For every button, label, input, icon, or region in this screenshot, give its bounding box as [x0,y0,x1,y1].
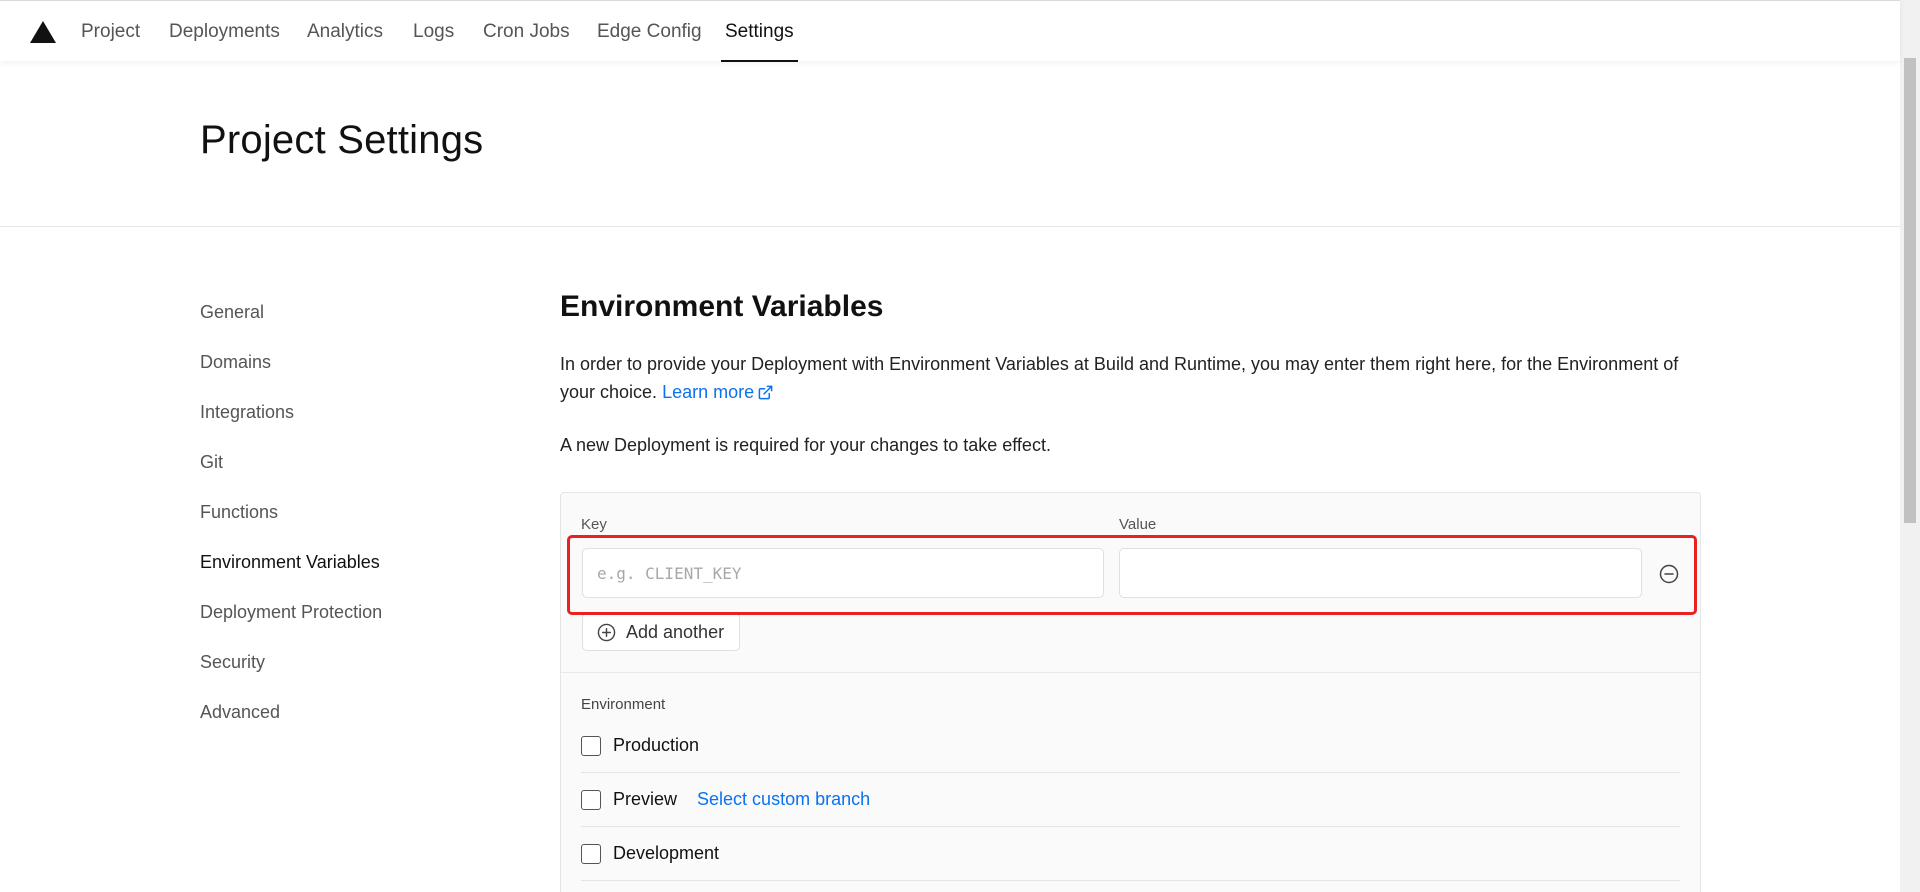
vertical-scrollbar[interactable] [1900,0,1920,892]
card-divider [561,672,1700,673]
select-custom-branch-link[interactable]: Select custom branch [697,789,870,810]
nav-tab-logs[interactable]: Logs [413,1,454,62]
redeploy-notice: A new Deployment is required for your ch… [560,435,1051,455]
environment-option-preview: Preview Select custom branch [581,773,1680,827]
nav-tab-deployments[interactable]: Deployments [169,1,280,62]
env-var-form-card: Key Value Add another Environment Produc… [560,492,1701,892]
external-link-icon [758,385,773,400]
environment-label: Environment [581,696,666,713]
sidebar-item-deployment-protection[interactable]: Deployment Protection [200,602,382,623]
nav-tab-settings[interactable]: Settings [721,1,798,62]
sidebar-item-domains[interactable]: Domains [200,352,271,373]
environment-option-production: Production [581,719,1680,773]
minus-circle-icon[interactable] [1659,564,1679,584]
environment-option-development: Development [581,827,1680,881]
section-description: In order to provide your Deployment with… [560,350,1700,406]
value-input[interactable] [1119,548,1642,598]
nav-tab-analytics[interactable]: Analytics [307,1,383,62]
page-title: Project Settings [200,118,484,162]
value-label: Value [1119,516,1157,533]
preview-label: Preview [613,789,678,809]
sidebar-item-general[interactable]: General [200,302,264,323]
top-navigation: Project Deployments Analytics Logs Cron … [0,0,1900,62]
nav-tab-project[interactable]: Project [81,1,140,62]
development-label: Development [613,843,720,863]
add-another-button[interactable]: Add another [582,613,741,651]
triangle-logo-icon[interactable] [30,21,56,43]
add-another-label: Add another [626,621,725,642]
preview-checkbox[interactable] [581,789,601,810]
sidebar-item-integrations[interactable]: Integrations [200,402,294,423]
sidebar-item-advanced[interactable]: Advanced [200,702,280,723]
nav-tab-edge-config[interactable]: Edge Config [597,1,702,62]
key-input[interactable] [582,548,1104,598]
scrollbar-thumb[interactable] [1904,58,1916,523]
page-header: Project Settings [0,61,1900,227]
development-checkbox[interactable] [581,843,601,864]
sidebar-item-git[interactable]: Git [200,452,223,473]
plus-circle-icon [597,623,616,641]
production-label: Production [613,735,700,755]
key-label: Key [581,516,607,533]
sidebar-item-functions[interactable]: Functions [200,502,278,523]
sidebar-item-environment-variables[interactable]: Environment Variables [200,552,380,573]
sidebar-item-security[interactable]: Security [200,652,265,673]
learn-more-link[interactable]: Learn more [662,382,773,402]
section-title: Environment Variables [560,290,884,323]
nav-tab-cron-jobs[interactable]: Cron Jobs [483,1,570,62]
production-checkbox[interactable] [581,735,601,756]
learn-more-label: Learn more [662,382,755,402]
